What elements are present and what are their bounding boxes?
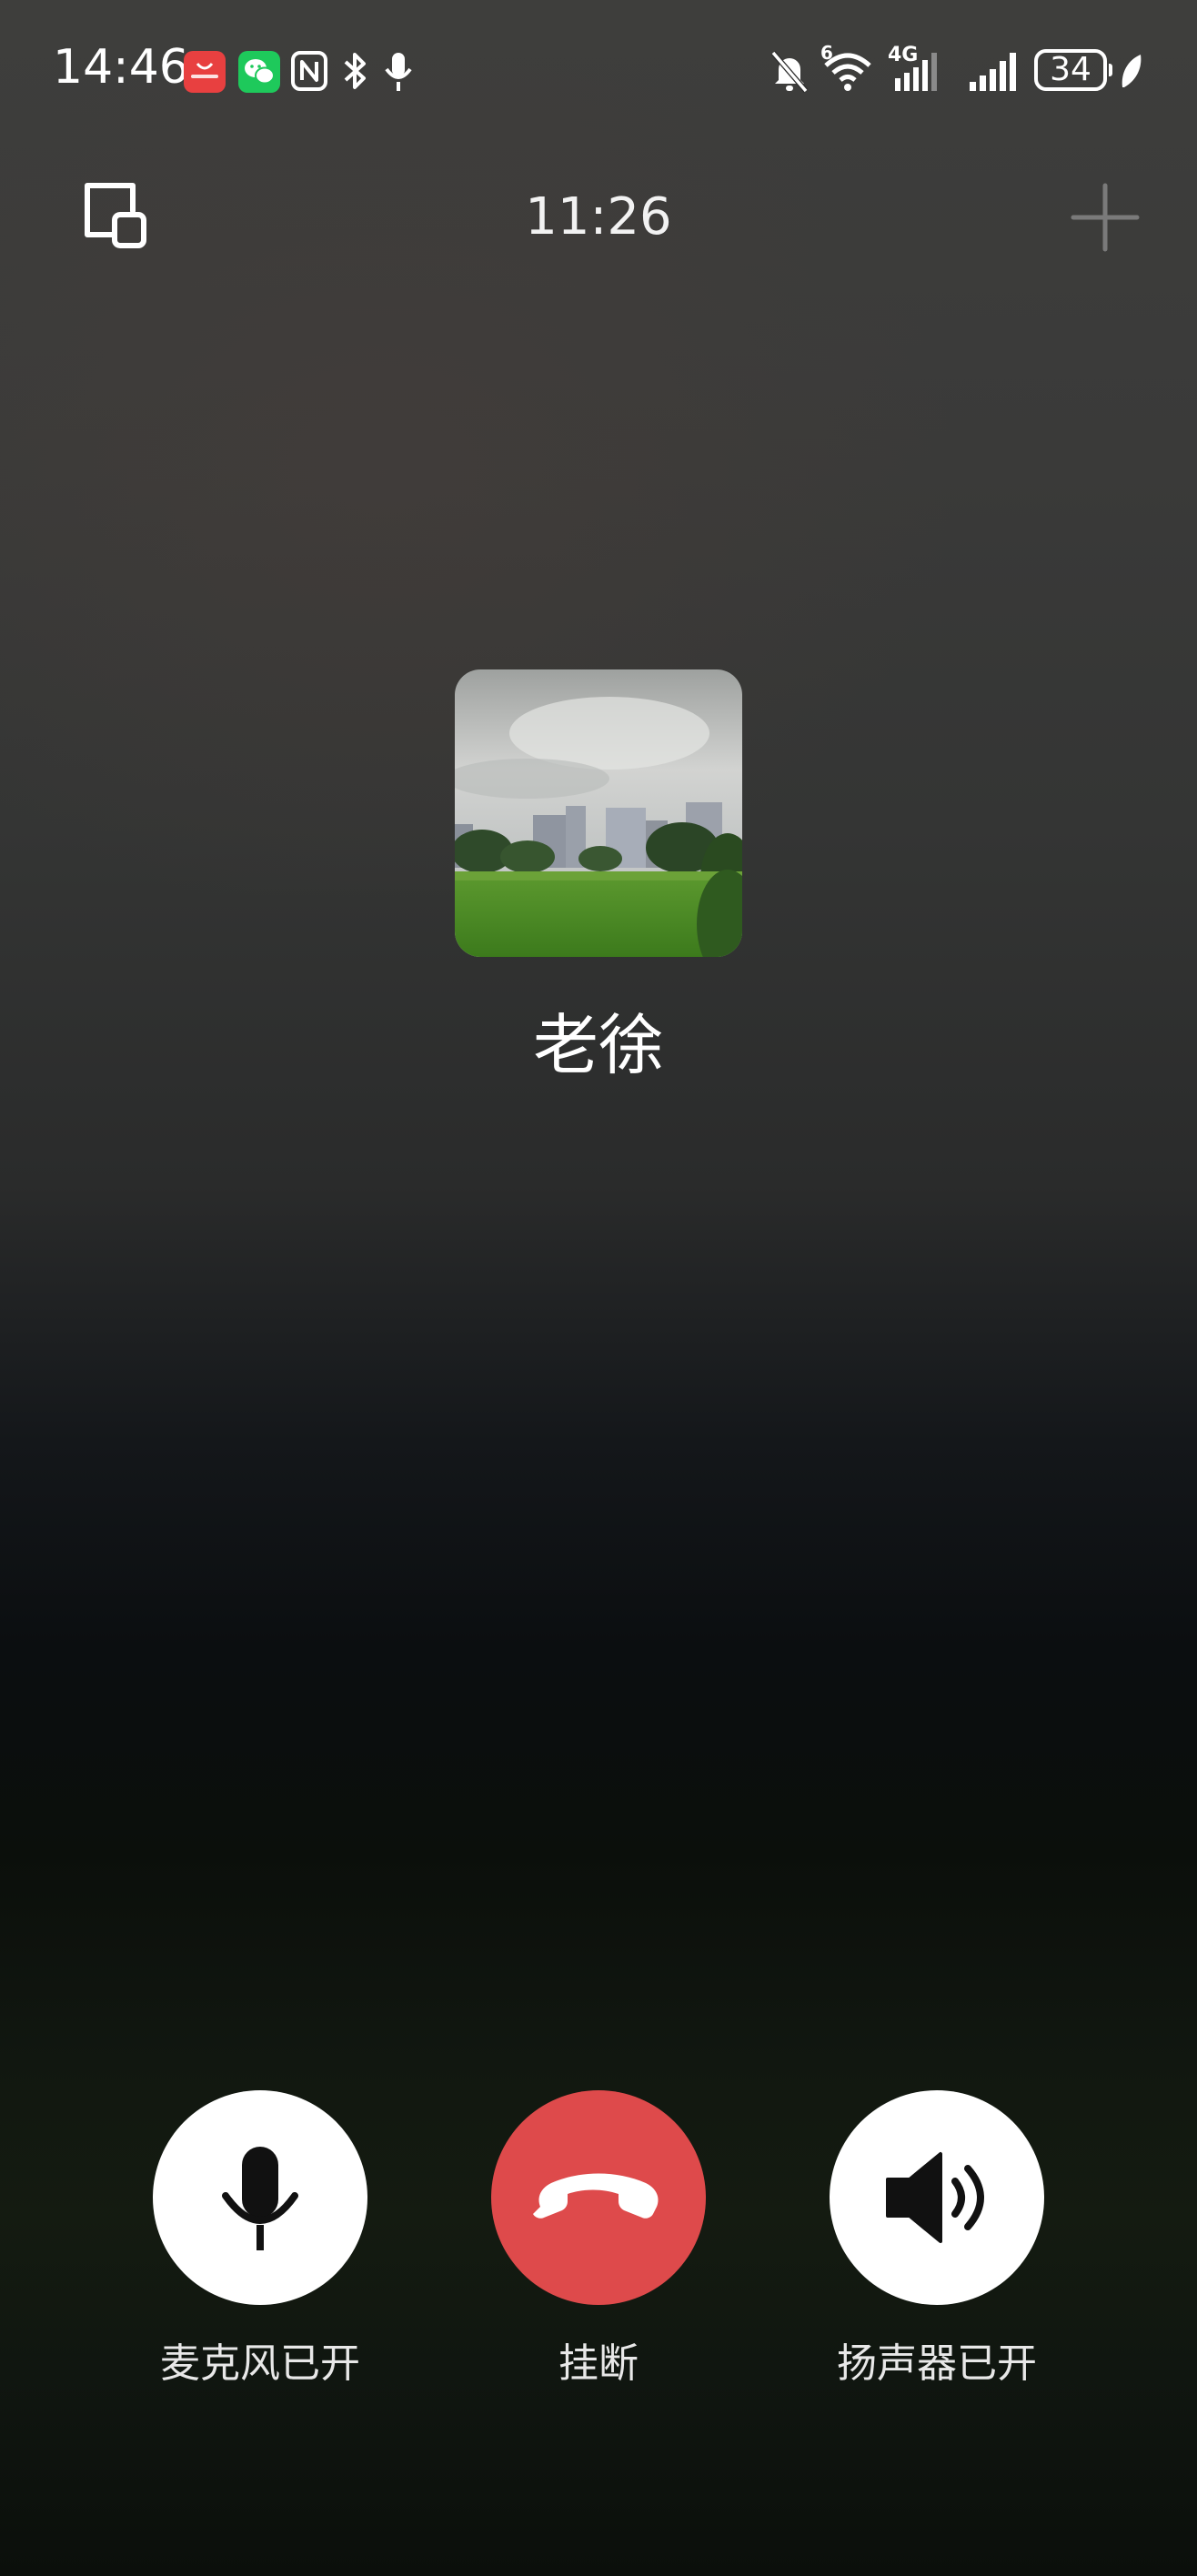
wifi-generation-label: 6 bbox=[820, 42, 833, 64]
huawei-appgallery-icon bbox=[184, 51, 226, 93]
add-participant-button[interactable] bbox=[1066, 178, 1144, 257]
battery-icon: 34 bbox=[1034, 49, 1112, 91]
microphone-icon bbox=[222, 2147, 298, 2250]
nfc-icon bbox=[291, 51, 327, 91]
status-bar: 14:46 6 4G 34 bbox=[0, 0, 1197, 146]
status-time: 14:46 bbox=[53, 40, 189, 95]
microphone-icon bbox=[385, 53, 412, 91]
4g-signal-icon: 4G bbox=[888, 44, 948, 95]
avatar-landscape-photo bbox=[455, 669, 742, 957]
contact-name: 老徐 bbox=[532, 1007, 664, 1083]
speaker-label: 扬声器已开 bbox=[837, 2340, 1037, 2387]
hang-up-button[interactable] bbox=[491, 2090, 706, 2305]
avatar bbox=[455, 669, 742, 957]
mute-microphone-label: 麦克风已开 bbox=[160, 2340, 360, 2387]
bluetooth-icon bbox=[344, 53, 366, 89]
plus-icon bbox=[1071, 183, 1140, 252]
network-type-label: 4G bbox=[888, 44, 919, 66]
speaker-icon bbox=[886, 2152, 984, 2243]
phone-hangup-icon bbox=[533, 2173, 659, 2219]
signal-icon bbox=[970, 53, 1016, 91]
mute-microphone-button[interactable] bbox=[153, 2090, 367, 2305]
bell-muted-icon bbox=[770, 51, 809, 93]
hang-up-label: 挂断 bbox=[558, 2340, 639, 2387]
speaker-button[interactable] bbox=[830, 2090, 1044, 2305]
wifi-6-icon: 6 bbox=[820, 42, 875, 95]
leaf-icon bbox=[1122, 55, 1142, 87]
call-duration: 11:26 bbox=[525, 187, 672, 247]
wechat-icon bbox=[238, 51, 280, 93]
